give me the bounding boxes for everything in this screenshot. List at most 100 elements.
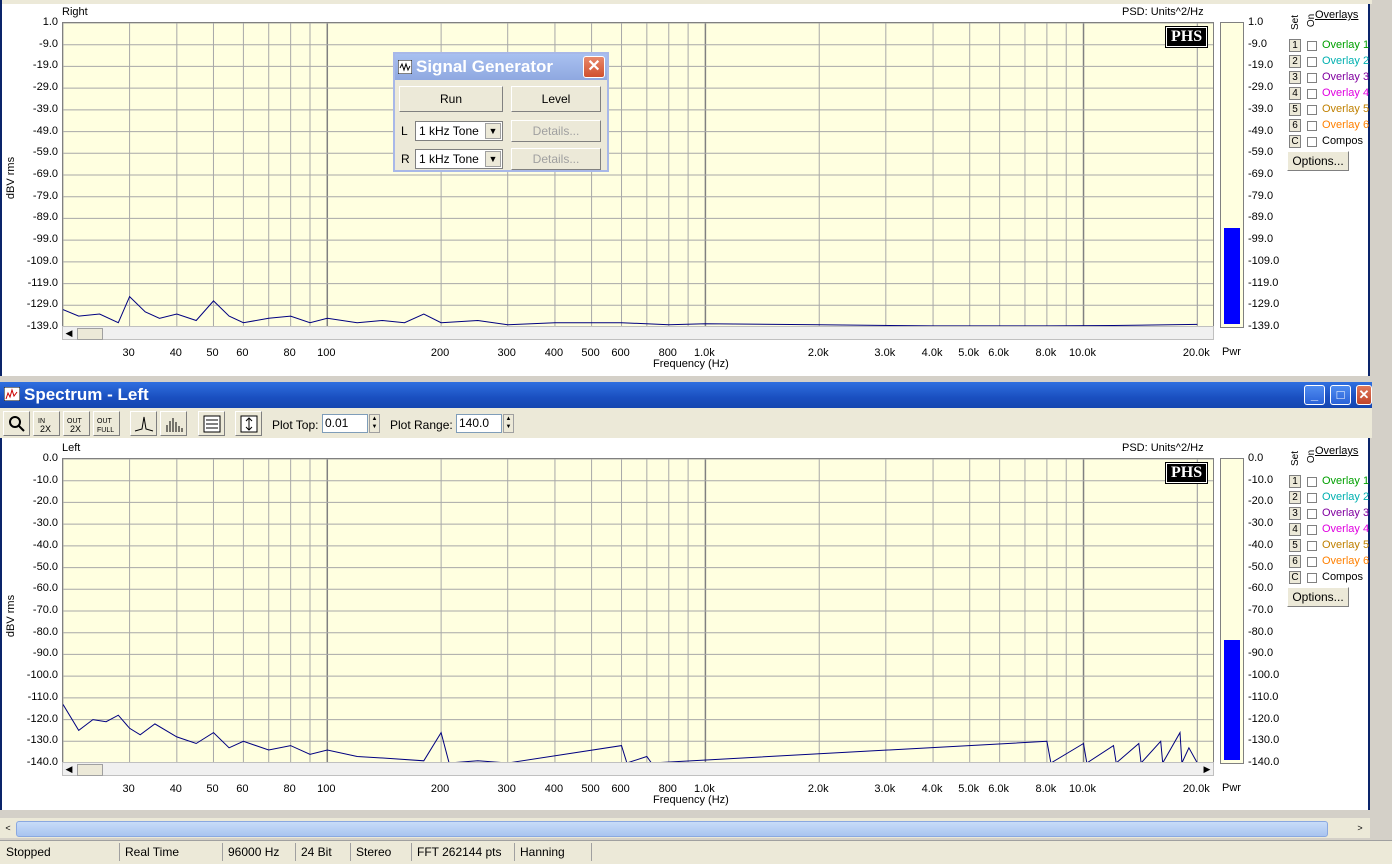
y-tick-label-right: -79.0	[1248, 189, 1274, 202]
overlay-checkbox[interactable]	[1307, 477, 1317, 487]
run-button[interactable]: Run	[399, 86, 503, 112]
meter-label: Pwr	[1222, 346, 1241, 358]
scale-button[interactable]	[235, 411, 262, 436]
dialog-titlebar[interactable]: Signal Generator ✕	[395, 54, 607, 80]
plot-top-input[interactable]: 0.01	[322, 414, 368, 433]
close-icon[interactable]: ✕	[583, 56, 605, 78]
close-icon[interactable]: ✕	[1356, 385, 1372, 405]
x-tick-label: 6.0k	[988, 347, 1010, 359]
left-details-button: Details...	[511, 120, 601, 142]
x-tick-label: 300	[497, 347, 516, 359]
chevron-down-icon[interactable]: ▼	[485, 123, 501, 139]
bar-mode-button[interactable]	[160, 411, 187, 436]
maximize-icon[interactable]: □	[1330, 385, 1351, 405]
plot-scrollbar-left[interactable]: ◀ ▶	[62, 762, 1214, 776]
overlay-set-button[interactable]: 1	[1289, 475, 1301, 488]
main-horizontal-scrollbar[interactable]: < >	[0, 818, 1370, 838]
zoom-in-2x-button[interactable]: IN 2X	[33, 411, 60, 436]
overlay-checkbox[interactable]	[1307, 89, 1317, 99]
y-tick-label-right: -50.0	[1248, 560, 1274, 573]
overlay-set-button[interactable]: C	[1289, 571, 1301, 584]
y-tick-label: -20.0	[32, 495, 58, 508]
scroll-right-icon[interactable]: ▶	[1201, 763, 1213, 775]
overlay-checkbox[interactable]	[1307, 493, 1317, 503]
line-mode-button[interactable]	[130, 411, 157, 436]
left-tone-select[interactable]: 1 kHz Tone ▼	[415, 121, 503, 141]
spectrum-left-titlebar[interactable]: Spectrum - Left _ □ ✕	[0, 382, 1372, 408]
overlay-checkbox[interactable]	[1307, 525, 1317, 535]
svg-text:2X: 2X	[40, 424, 51, 433]
overlay-checkbox[interactable]	[1307, 557, 1317, 567]
overlay-set-button[interactable]: 4	[1289, 523, 1301, 536]
overlay-label: Overlay 4	[1322, 87, 1370, 99]
scroll-left-icon[interactable]: <	[2, 822, 14, 834]
power-meter-left	[1220, 458, 1244, 764]
y-tick-label-right: -119.0	[1248, 276, 1279, 289]
overlay-set-button[interactable]: 5	[1289, 539, 1301, 552]
overlay-set-button[interactable]: 2	[1289, 55, 1301, 68]
y-tick-label: -99.0	[32, 233, 58, 246]
x-tick-label: 10.0k	[1069, 347, 1096, 359]
y-tick-label: -59.0	[32, 146, 58, 159]
y-tick-label: -80.0	[32, 625, 58, 638]
y-tick-label: -129.0	[26, 298, 58, 311]
y-tick-label-right: -9.0	[1248, 37, 1267, 50]
overlay-checkbox[interactable]	[1307, 41, 1317, 51]
plot-range-stepper[interactable]: ▲ ▼	[503, 414, 514, 433]
plot-area-left[interactable]: PHS	[62, 458, 1214, 764]
right-tone-select[interactable]: 1 kHz Tone ▼	[415, 149, 503, 169]
status-fft-size: FFT 262144 pts	[413, 843, 515, 861]
scroll-left-icon[interactable]: ◀	[63, 327, 75, 339]
magnifier-icon	[9, 416, 25, 432]
overlay-checkbox[interactable]	[1307, 137, 1317, 147]
plot-top-stepper[interactable]: ▲ ▼	[369, 414, 380, 433]
status-bar: Stopped Real Time 96000 Hz 24 Bit Stereo…	[0, 840, 1392, 864]
overlay-checkbox[interactable]	[1307, 541, 1317, 551]
scroll-thumb[interactable]	[77, 328, 103, 340]
overlay-checkbox[interactable]	[1307, 105, 1317, 115]
plot-area-right[interactable]: PHS	[62, 22, 1214, 328]
overlay-checkbox[interactable]	[1307, 121, 1317, 131]
x-tick-label: 5.0k	[958, 783, 980, 795]
chevron-down-icon[interactable]: ▼	[485, 151, 501, 167]
window-title: Spectrum - Left	[24, 385, 149, 404]
overlay-set-button[interactable]: 3	[1289, 507, 1301, 520]
y-tick-label-right: -120.0	[1248, 712, 1280, 725]
level-button[interactable]: Level	[511, 86, 601, 112]
overlay-set-button[interactable]: C	[1289, 135, 1301, 148]
plot-scrollbar-right[interactable]: ◀	[62, 326, 1214, 340]
scroll-left-icon[interactable]: ◀	[63, 763, 75, 775]
zoom-button[interactable]	[3, 411, 30, 436]
minimize-icon[interactable]: _	[1304, 385, 1325, 405]
overlay-set-button[interactable]: 1	[1289, 39, 1301, 52]
options-button[interactable]: Options...	[1287, 587, 1349, 607]
overlay-set-button[interactable]: 6	[1289, 555, 1301, 568]
y-tick-label-right: -110.0	[1248, 690, 1279, 703]
overlay-checkbox[interactable]	[1307, 573, 1317, 583]
spectrum-toolbar: IN 2X OUT 2X OUT FULL Plot Top: 0.01 ▲ ▼ Plo…	[0, 408, 1372, 438]
zoom-out-2x-button[interactable]: OUT 2X	[63, 411, 90, 436]
options-button[interactable]: Options...	[1287, 151, 1349, 171]
overlay-set-button[interactable]: 3	[1289, 71, 1301, 84]
zoom-out-full-button[interactable]: OUT FULL	[93, 411, 120, 436]
overlay-checkbox[interactable]	[1307, 73, 1317, 83]
scroll-right-icon[interactable]: >	[1354, 822, 1366, 834]
x-tick-label: 6.0k	[988, 783, 1010, 795]
overlay-set-button[interactable]: 5	[1289, 103, 1301, 116]
scroll-thumb[interactable]	[16, 821, 1328, 837]
y-tick-label: 1.0	[42, 16, 58, 28]
y-tick-label-right: -140.0	[1248, 756, 1280, 768]
overlay-checkbox[interactable]	[1307, 509, 1317, 519]
overlay-set-button[interactable]: 2	[1289, 491, 1301, 504]
y-tick-label: -39.0	[32, 102, 58, 115]
y-tick-label: -139.0	[26, 320, 58, 332]
settings-button[interactable]	[198, 411, 225, 436]
spectrum-trace	[63, 704, 1198, 763]
status-bit-depth: 24 Bit	[297, 843, 351, 861]
scroll-thumb[interactable]	[77, 764, 103, 776]
overlay-checkbox[interactable]	[1307, 57, 1317, 67]
y-tick-label-right: -100.0	[1248, 669, 1280, 682]
overlay-set-button[interactable]: 4	[1289, 87, 1301, 100]
plot-range-input[interactable]: 140.0	[456, 414, 502, 433]
overlay-set-button[interactable]: 6	[1289, 119, 1301, 132]
